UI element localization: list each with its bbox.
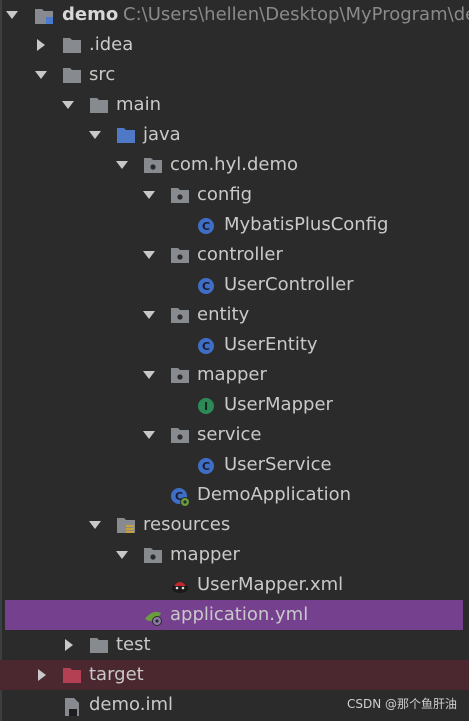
package-icon	[170, 367, 189, 383]
svg-text:C: C	[202, 280, 210, 293]
folder-icon	[62, 37, 81, 53]
tree-item-label: target	[89, 664, 144, 685]
tree-item-label: application.yml	[170, 604, 309, 625]
tree-item-src[interactable]: src	[0, 60, 469, 90]
excluded-folder-icon	[62, 667, 81, 683]
expanded-arrow-icon[interactable]	[142, 308, 156, 322]
tree-item-label: com.hyl.demo	[170, 154, 298, 175]
expanded-arrow-icon[interactable]	[5, 8, 19, 22]
svg-text:C: C	[202, 460, 210, 473]
tree-item-package-mapper[interactable]: mapper	[0, 360, 469, 390]
expanded-arrow-icon[interactable]	[115, 548, 129, 562]
tree-item-class-demoapplication[interactable]: C DemoApplication	[0, 480, 469, 510]
tree-item-label: config	[197, 184, 253, 205]
spring-config-file-icon	[143, 607, 162, 626]
expanded-arrow-icon[interactable]	[88, 518, 102, 532]
tree-item-label: test	[116, 634, 151, 655]
folder-icon	[89, 637, 108, 653]
tree-item-package-controller[interactable]: controller	[0, 240, 469, 270]
tree-item-test[interactable]: test	[0, 630, 469, 660]
tree-item-package-com-hyl-demo[interactable]: com.hyl.demo	[0, 150, 469, 180]
tree-item-label: UserController	[224, 274, 354, 295]
tree-item-resources[interactable]: resources	[0, 510, 469, 540]
svg-text:I: I	[204, 400, 208, 413]
svg-text:C: C	[202, 340, 210, 353]
expanded-arrow-icon[interactable]	[142, 368, 156, 382]
tree-item-package-entity[interactable]: entity	[0, 300, 469, 330]
folder-icon	[62, 67, 81, 83]
tree-item-label: controller	[197, 244, 283, 265]
mybatis-xml-icon	[170, 577, 188, 593]
expanded-arrow-icon[interactable]	[142, 428, 156, 442]
collapsed-arrow-icon[interactable]	[35, 668, 49, 682]
expanded-arrow-icon[interactable]	[115, 158, 129, 172]
tree-item-label: DemoApplication	[197, 484, 352, 505]
tree-item-label: service	[197, 424, 262, 445]
package-icon	[170, 427, 189, 443]
tree-item-class-usercontroller[interactable]: C UserController	[0, 270, 469, 300]
tree-item-label: UserMapper	[224, 394, 333, 415]
package-icon	[170, 247, 189, 263]
tree-item-label: UserEntity	[224, 334, 318, 355]
tree-item-label: java	[143, 124, 181, 145]
tree-item-label: entity	[197, 304, 250, 325]
tree-item-file-application-yml[interactable]: application.yml	[5, 600, 463, 630]
tree-item-label: resources	[143, 514, 231, 535]
folder-icon	[89, 97, 108, 113]
tree-item-class-userentity[interactable]: C UserEntity	[0, 330, 469, 360]
root-path: C:\Users\hellen\Desktop\MyProgram\de	[123, 4, 469, 25]
expanded-arrow-icon[interactable]	[61, 98, 75, 112]
interface-icon: I	[197, 397, 215, 414]
expanded-arrow-icon[interactable]	[142, 248, 156, 262]
tree-item-label: MybatisPlusConfig	[224, 214, 389, 235]
tree-item-label: mapper	[197, 364, 267, 385]
root-label: demo	[62, 4, 119, 25]
spring-boot-class-icon: C	[170, 487, 190, 507]
tree-item-label: main	[116, 94, 161, 115]
class-icon: C	[197, 277, 215, 294]
tree-item-file-usermapper-xml[interactable]: UserMapper.xml	[0, 570, 469, 600]
collapsed-arrow-icon[interactable]	[34, 38, 48, 52]
project-tree: demo C:\Users\hellen\Desktop\MyProgram\d…	[0, 0, 469, 721]
tree-item-label: src	[89, 64, 116, 85]
tree-item-idea[interactable]: .idea	[0, 30, 469, 60]
tree-item-java[interactable]: java	[0, 120, 469, 150]
tree-item-label: .idea	[89, 34, 134, 55]
module-folder-icon	[34, 7, 53, 24]
class-icon: C	[197, 457, 215, 474]
iml-file-icon	[62, 697, 80, 716]
source-folder-icon	[116, 127, 135, 143]
expanded-arrow-icon[interactable]	[34, 68, 48, 82]
collapsed-arrow-icon[interactable]	[62, 638, 76, 652]
tree-item-main[interactable]: main	[0, 90, 469, 120]
package-icon	[170, 307, 189, 323]
class-icon: C	[197, 217, 215, 234]
tree-root-demo[interactable]: demo C:\Users\hellen\Desktop\MyProgram\d…	[0, 0, 469, 30]
tree-item-label: UserMapper.xml	[197, 574, 344, 595]
tree-item-package-config[interactable]: config	[0, 180, 469, 210]
folder-icon	[143, 547, 162, 563]
expanded-arrow-icon[interactable]	[88, 128, 102, 142]
resources-folder-icon	[116, 517, 135, 533]
package-icon	[143, 157, 162, 173]
tree-item-target[interactable]: target	[0, 660, 469, 690]
tree-item-class-mybatisplusconfig[interactable]: C MybatisPlusConfig	[0, 210, 469, 240]
tree-item-interface-usermapper[interactable]: I UserMapper	[0, 390, 469, 420]
tree-item-label: demo.iml	[89, 694, 173, 715]
svg-text:C: C	[202, 220, 210, 233]
tree-item-label: UserService	[224, 454, 332, 475]
expanded-arrow-icon[interactable]	[142, 188, 156, 202]
tree-item-label: mapper	[170, 544, 240, 565]
tree-item-class-userservice[interactable]: C UserService	[0, 450, 469, 480]
package-icon	[170, 187, 189, 203]
watermark: CSDN @那个鱼肝油	[346, 697, 457, 711]
tree-item-package-service[interactable]: service	[0, 420, 469, 450]
tree-item-resources-mapper[interactable]: mapper	[0, 540, 469, 570]
class-icon: C	[197, 337, 215, 354]
